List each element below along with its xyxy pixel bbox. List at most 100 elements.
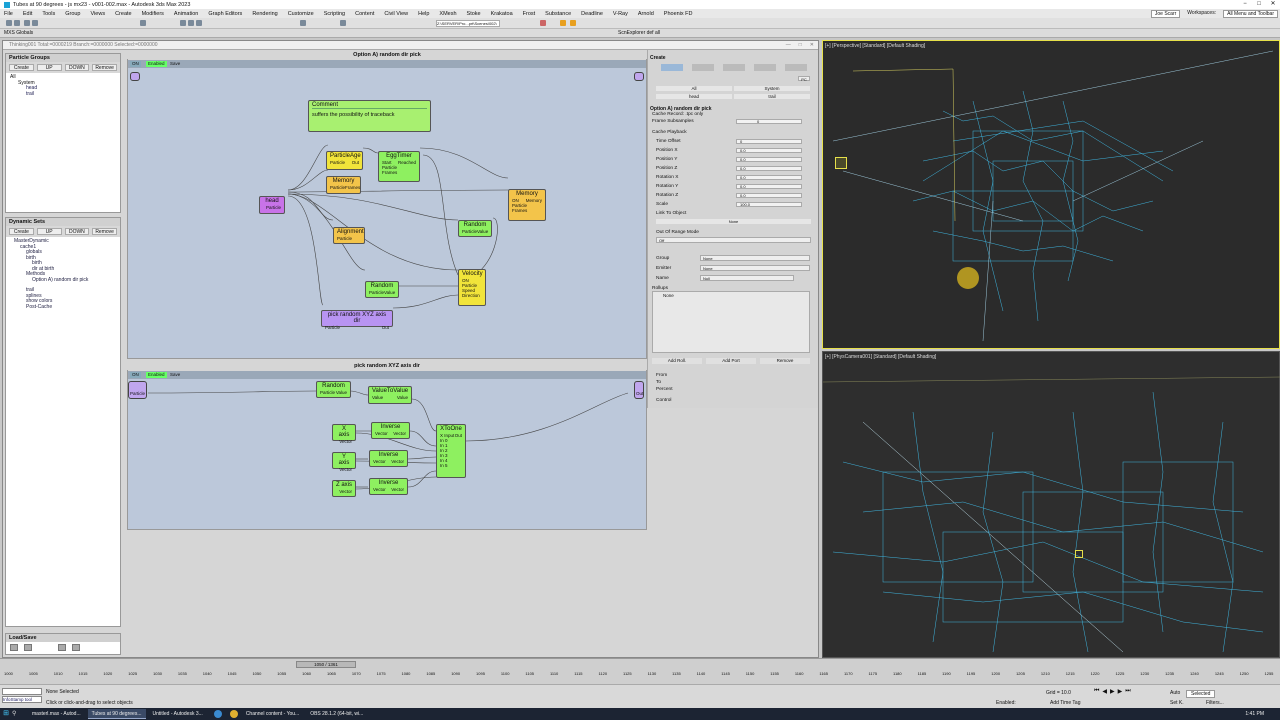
selected-object-marker[interactable] — [1075, 550, 1083, 558]
helper-icon[interactable] — [722, 64, 745, 71]
time-offset-field[interactable]: 0 — [736, 139, 802, 144]
position-z-field[interactable]: 0.0 — [736, 166, 802, 171]
set-key-button[interactable]: Set K. — [1170, 700, 1184, 706]
pg-create-button[interactable]: Create — [9, 64, 34, 71]
pick-random-axis-node[interactable]: pick random XYZ axis dir Particle Out — [321, 310, 393, 330]
comment-node[interactable]: Comment suffers the possibility of trace… — [308, 100, 431, 132]
maximize-button[interactable]: □ — [1252, 0, 1266, 9]
inverse-node-1[interactable]: Inverse Vector Vector — [371, 422, 410, 439]
pg-tree-item[interactable]: trail — [10, 91, 116, 98]
next-frame-icon[interactable]: ▶ — [1118, 688, 1123, 695]
random-node-1[interactable]: Random Particle Value — [458, 220, 492, 237]
menu-views[interactable]: Views — [91, 11, 106, 17]
render-frame-icon[interactable] — [570, 20, 576, 26]
menu-phoenix[interactable]: Phoenix FD — [664, 11, 693, 17]
ds-down-button[interactable]: DOWN — [64, 228, 90, 235]
menu-edit[interactable]: Edit — [23, 11, 32, 17]
system-button[interactable]: System — [734, 86, 810, 91]
memory-node-1[interactable]: Memory Particle Frames — [326, 176, 361, 194]
editor-minimize-button[interactable]: — — [786, 41, 791, 50]
menu-vray[interactable]: V-Ray — [613, 11, 628, 17]
menu-substance[interactable]: Substance — [545, 11, 571, 17]
x-axis-node[interactable]: X axis Vector — [332, 424, 356, 444]
menu-xmesh[interactable]: XMesh — [439, 11, 456, 17]
menu-modifiers[interactable]: Modifiers — [142, 11, 164, 17]
inverse-node-3[interactable]: Inverse Vector Vector — [369, 478, 408, 495]
pg-up-button[interactable]: UP — [36, 64, 62, 71]
menu-group[interactable]: Group — [65, 11, 80, 17]
xtoone-node[interactable]: XToOne X Input Out In 0 In 1 In 2 In 3 In… — [436, 424, 466, 478]
close-button[interactable]: ✕ — [1266, 0, 1280, 9]
link-object-button[interactable]: None — [656, 219, 811, 224]
select-icon[interactable] — [140, 20, 146, 26]
frame-subsamples-field[interactable]: 0 — [736, 119, 802, 124]
editor-maximize-button[interactable]: □ — [799, 41, 802, 50]
pc-button[interactable]: PC — [798, 76, 810, 82]
undo-icon[interactable] — [6, 20, 12, 26]
value-to-value-node[interactable]: ValueToValue Value Value — [368, 386, 412, 404]
maxscript-listener-field[interactable] — [2, 688, 42, 695]
ds-remove-button[interactable]: Remove — [92, 228, 117, 235]
menu-help[interactable]: Help — [418, 11, 429, 17]
taskbar-item[interactable]: OBS 28.1.2 (64-bit, wi... — [306, 709, 367, 719]
menu-create[interactable]: Create — [115, 11, 132, 17]
menu-krakatoa[interactable]: Krakatoa — [491, 11, 513, 17]
load-icon[interactable] — [10, 644, 18, 651]
rollup-item[interactable]: None — [663, 293, 674, 298]
workspace-dropdown[interactable]: All Menu and Toolbar — [1223, 10, 1278, 18]
ds-up-button[interactable]: UP — [36, 228, 62, 235]
menu-file[interactable]: File — [4, 11, 13, 17]
redo-icon[interactable] — [14, 20, 20, 26]
menu-frost[interactable]: Frost — [523, 11, 536, 17]
condition-icon[interactable] — [691, 64, 714, 71]
minimize-button[interactable]: − — [1238, 0, 1252, 9]
out-of-range-dropdown[interactable]: Off — [656, 237, 811, 243]
clock[interactable]: 1:41 PM — [1245, 708, 1264, 720]
prev-frame-icon[interactable]: ◀ — [1102, 688, 1107, 695]
search-icon[interactable]: ⚲ — [12, 709, 22, 719]
taskbar-item[interactable]: Channel content - You... — [242, 709, 303, 719]
delete-icon[interactable] — [72, 644, 80, 651]
rotation-y-field[interactable]: 0.0 — [736, 184, 802, 189]
head-node[interactable]: head Particle — [259, 196, 285, 214]
render-setup-icon[interactable] — [540, 20, 546, 26]
add-time-tag-button[interactable]: Add Time Tag — [1050, 700, 1080, 706]
save-icon[interactable] — [24, 644, 32, 651]
name-field[interactable]: Null — [700, 275, 794, 281]
pg-down-button[interactable]: DOWN — [64, 64, 90, 71]
add-port-button[interactable]: Add Port — [706, 358, 756, 364]
menu-animation[interactable]: Animation — [174, 11, 198, 17]
link-icon[interactable] — [753, 64, 776, 71]
render-icon[interactable] — [560, 20, 566, 26]
menu-customize[interactable]: Customize — [288, 11, 314, 17]
random-node-2[interactable]: Random Particle Value — [365, 281, 399, 298]
position-x-field[interactable]: 0.0 — [736, 148, 802, 153]
menu-arnold[interactable]: Arnold — [638, 11, 654, 17]
velocity-node[interactable]: Velocity ON Particle Speed Direction — [458, 269, 486, 306]
menu-rendering[interactable]: Rendering — [252, 11, 277, 17]
random-node-graph2[interactable]: Random Particle Value — [316, 381, 351, 398]
folder-icon[interactable] — [58, 644, 66, 651]
scale-icon[interactable] — [196, 20, 202, 26]
node-graph-pick-axis[interactable]: pick random XYZ axis dir ON Enabled Save… — [127, 362, 647, 530]
trail-button[interactable]: trail — [734, 94, 810, 99]
alignment-node[interactable]: Alignment Particle — [333, 227, 365, 244]
globe-icon[interactable] — [784, 64, 807, 71]
position-y-field[interactable]: 0.0 — [736, 157, 802, 162]
key-filter-dropdown[interactable]: Selected — [1186, 690, 1216, 698]
all-button[interactable]: All — [656, 86, 732, 91]
taskbar-item[interactable]: masterl.max - Autod... — [28, 709, 85, 719]
go-to-end-icon[interactable]: ⏭ — [1125, 688, 1130, 695]
editor-close-button[interactable]: ✕ — [810, 41, 814, 50]
link-icon[interactable] — [24, 20, 30, 26]
rotate-icon[interactable] — [188, 20, 194, 26]
rollups-list[interactable]: None — [652, 291, 810, 353]
go-to-start-icon[interactable]: ⏮ — [1094, 688, 1099, 695]
memory-node-2[interactable]: Memory ON Memory Particle Frames — [508, 189, 546, 221]
rotation-z-field[interactable]: 0.0 — [736, 193, 802, 198]
add-roll-button[interactable]: Add Roll. — [652, 358, 702, 364]
scale-field[interactable]: 100.0 — [736, 202, 802, 207]
timeline-ruler[interactable]: 1000 1005 1010 1015 1020 1025 1030 1035 … — [4, 671, 1274, 683]
perspective-viewport[interactable]: [+] [Perspective] [Standard] [Default Sh… — [822, 40, 1280, 349]
rotation-x-field[interactable]: 0.0 — [736, 175, 802, 180]
